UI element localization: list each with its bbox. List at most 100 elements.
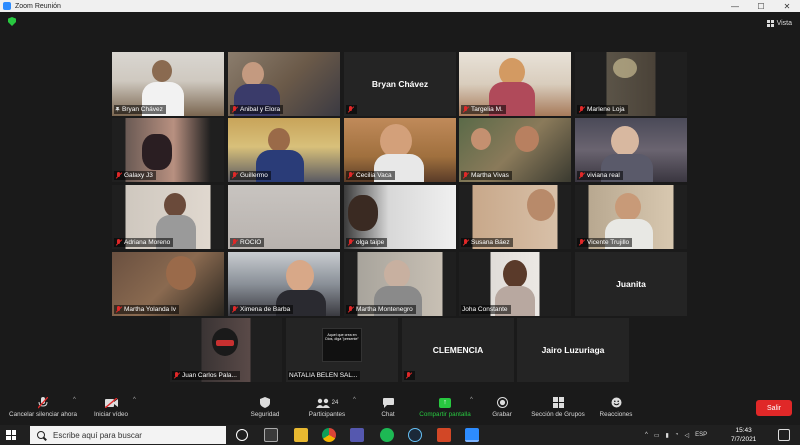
participant-tile[interactable]: Aquel que crea en Dios, diga "presente" … xyxy=(286,318,398,382)
participant-tile[interactable]: Bryan Chávez xyxy=(112,52,224,116)
task-view-icon[interactable] xyxy=(264,428,278,442)
muted-mic-icon xyxy=(115,172,122,179)
participant-tile[interactable]: Jairo Luzuriaga xyxy=(517,318,629,382)
participant-tile[interactable]: olga taipe xyxy=(344,185,456,249)
participant-name: Ximena de Barba xyxy=(240,306,291,313)
chevron-up-icon[interactable]: ^ xyxy=(645,432,648,438)
view-button[interactable]: Vista xyxy=(766,17,792,29)
spotify-icon[interactable] xyxy=(380,428,394,442)
taskbar-clock[interactable]: 15:43 7/7/2021 xyxy=(731,426,756,444)
wifi-icon[interactable]: ◔ xyxy=(675,432,679,438)
clock-time: 15:43 xyxy=(735,427,752,434)
chevron-up-icon[interactable]: ^ xyxy=(470,397,473,403)
participant-tile[interactable]: Anibal y Elora xyxy=(228,52,340,116)
chrome-icon[interactable] xyxy=(322,428,336,442)
window-title: Zoom Reunión xyxy=(15,2,61,10)
breakout-rooms-button[interactable]: Sección de Grupos xyxy=(527,393,589,423)
participant-name: Cecilia Vaca xyxy=(356,172,392,179)
meeting-toolbar: Cancelar silenciar ahora ^ Iniciar vídeo… xyxy=(0,393,800,423)
participant-tile-active-speaker[interactable]: Joha Constante xyxy=(459,252,571,316)
shared-slide-text: Aquel que crea en Dios, diga "presente" xyxy=(325,333,359,342)
muted-mic-icon xyxy=(578,106,585,113)
participant-name: Juan Carlos Pala... xyxy=(182,372,237,379)
chat-button[interactable]: Chat xyxy=(374,393,402,423)
chevron-up-icon[interactable]: ^ xyxy=(73,397,76,403)
close-icon[interactable]: ✕ xyxy=(774,0,800,12)
volume-icon[interactable]: ◁ xyxy=(684,432,689,439)
reactions-button[interactable]: Reacciones xyxy=(596,393,636,423)
system-tray: ^ ▭ ▮ ◔ ◁ ESP xyxy=(645,425,707,445)
participant-display-name: CLEMENCIA xyxy=(432,345,484,355)
start-video-button[interactable]: Iniciar vídeo xyxy=(90,393,132,423)
title-bar: Zoom Reunión — ☐ ✕ xyxy=(0,0,800,12)
muted-mic-icon xyxy=(347,172,354,179)
participant-tile[interactable]: Galaxy J3 xyxy=(112,118,224,182)
minimize-icon[interactable]: — xyxy=(722,0,748,12)
language-indicator[interactable]: ESP xyxy=(695,432,707,438)
grid-view-icon xyxy=(766,19,774,27)
participant-tile[interactable]: Guillermo xyxy=(228,118,340,182)
muted-mic-icon xyxy=(115,306,122,313)
taskbar-search-placeholder: Escribe aquí para buscar xyxy=(53,430,142,440)
participant-name: Vicente Trujillo xyxy=(587,239,630,246)
participants-button[interactable]: 24 Participantes xyxy=(304,393,350,423)
notifications-icon[interactable] xyxy=(778,429,790,441)
cortana-icon[interactable] xyxy=(236,429,248,441)
participant-tile[interactable]: ROCIO xyxy=(228,185,340,249)
participant-name: Joha Constante xyxy=(462,306,508,313)
participant-tile[interactable]: CLEMENCIA xyxy=(402,318,514,382)
participant-tile[interactable]: Susana Báez xyxy=(459,185,571,249)
windows-taskbar: Escribe aquí para buscar ^ ▭ ▮ ◔ ◁ ESP 1… xyxy=(0,425,800,445)
participants-icon: 24 xyxy=(315,395,338,410)
participant-tile[interactable]: Ximena de Barba xyxy=(228,252,340,316)
unmute-button[interactable]: Cancelar silenciar ahora xyxy=(6,393,80,423)
participant-tile[interactable]: Cecilia Vaca xyxy=(344,118,456,182)
chat-icon xyxy=(382,395,394,410)
teams-icon[interactable] xyxy=(350,428,364,442)
participant-name: olga taipe xyxy=(356,239,385,246)
participant-name: viviana real xyxy=(587,172,620,179)
participant-name: Susana Báez xyxy=(471,239,510,246)
view-button-label: Vista xyxy=(776,19,792,27)
encryption-shield-icon[interactable] xyxy=(8,17,16,26)
participant-tile[interactable]: Adriana Moreno xyxy=(112,185,224,249)
battery-icon[interactable]: ▮ xyxy=(666,432,669,439)
leave-button[interactable]: Salir xyxy=(756,400,792,416)
maximize-icon[interactable]: ☐ xyxy=(748,0,774,12)
participant-display-name: Bryan Chávez xyxy=(371,79,429,89)
muted-mic-icon xyxy=(115,239,122,246)
participant-tile[interactable]: Martha Vivas xyxy=(459,118,571,182)
windows-start-icon[interactable] xyxy=(6,430,16,440)
muted-mic-icon xyxy=(405,372,412,379)
participant-name: Guillermo xyxy=(240,172,268,179)
share-screen-icon: ↑ xyxy=(439,397,451,408)
steam-icon[interactable] xyxy=(408,428,422,442)
participant-tile[interactable]: Vicente Trujillo xyxy=(575,185,687,249)
participant-tile[interactable]: Martha Yolanda Iv xyxy=(112,252,224,316)
participant-name: ROCIO xyxy=(240,239,262,246)
powerpoint-icon[interactable] xyxy=(437,428,451,442)
chevron-up-icon[interactable]: ^ xyxy=(133,397,136,403)
file-explorer-icon[interactable] xyxy=(294,428,308,442)
share-screen-button[interactable]: ↑ Compartir pantalla xyxy=(414,393,476,423)
zoom-taskbar-icon[interactable] xyxy=(465,428,479,442)
participant-tile[interactable]: viviana real xyxy=(575,118,687,182)
participant-tile[interactable]: Marlene Loja xyxy=(575,52,687,116)
participant-tile[interactable]: Juan Carlos Pala... xyxy=(170,318,282,382)
participant-display-name: Jairo Luzuriaga xyxy=(541,345,605,355)
record-button[interactable]: Grabar xyxy=(488,393,516,423)
chevron-up-icon[interactable]: ^ xyxy=(353,397,356,403)
participant-tile[interactable]: Targelia M. xyxy=(459,52,571,116)
shared-slide-thumbnail: Aquel que crea en Dios, diga "presente" xyxy=(322,328,362,362)
participant-name: Bryan Chávez xyxy=(122,106,163,113)
participant-tile[interactable]: Martha Montenegro xyxy=(344,252,456,316)
taskbar-search-box[interactable]: Escribe aquí para buscar xyxy=(30,426,226,444)
participant-tile[interactable]: Bryan Chávez xyxy=(344,52,456,116)
muted-mic-icon xyxy=(462,172,469,179)
participant-tile[interactable]: Juanita xyxy=(575,252,687,316)
muted-mic-icon xyxy=(578,239,585,246)
window-controls: — ☐ ✕ xyxy=(722,0,800,12)
zoom-window: Zoom Reunión — ☐ ✕ Vista Bryan Chávez An… xyxy=(0,0,800,445)
network-icon[interactable]: ▭ xyxy=(654,432,660,439)
security-button[interactable]: Seguridad xyxy=(246,393,284,423)
